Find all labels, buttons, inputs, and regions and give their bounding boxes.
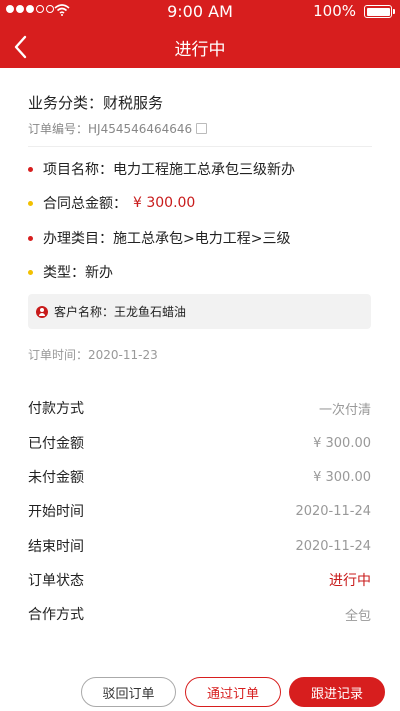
person-icon <box>36 305 48 318</box>
page-title: 进行中 <box>174 40 226 60</box>
order-time: 订单时间：2020-11-23 <box>28 348 158 362</box>
red-dot-icon <box>28 235 33 241</box>
follow-up-record-button[interactable]: 跟进记录 <box>289 677 385 707</box>
customer-box: 客户名称：王龙鱼石蜡油 <box>28 294 371 329</box>
handling-category-item: 办理类目：施工总承包>电力工程>三级 <box>28 228 290 248</box>
battery-percentage: 100% <box>313 2 356 20</box>
copy-icon[interactable] <box>196 123 208 134</box>
battery-icon <box>364 5 395 18</box>
red-dot-icon <box>28 166 33 172</box>
end-time-row: 结束时间 2020-11-24 <box>28 538 371 556</box>
yellow-dot-icon <box>28 269 33 275</box>
order-number: 订单编号：HJ454546464646 <box>28 122 193 136</box>
order-number-row: 订单编号：HJ454546464646 <box>28 120 208 137</box>
customer-name: 客户名称：王龙鱼石蜡油 <box>54 305 187 319</box>
payment-method-row: 付款方式 一次付清 <box>28 401 371 418</box>
yellow-dot-icon <box>28 200 33 206</box>
reject-order-button[interactable]: 驳回订单 <box>81 677 176 707</box>
cooperation-mode-row: 合作方式 全包 <box>28 607 371 624</box>
project-name-item: 项目名称：电力工程施工总承包三级新办 <box>28 159 295 179</box>
paid-amount-row: 已付金额 ¥ 300.00 <box>28 435 371 453</box>
approve-order-button[interactable]: 通过订单 <box>185 677 281 707</box>
contract-amount-value: ¥ 300.00 <box>133 195 196 211</box>
header-bar: 9:00 AM 100% 进行中 <box>0 0 400 68</box>
unpaid-amount-row: 未付金额 ¥ 300.00 <box>28 469 371 487</box>
status-badge: 进行中 <box>329 573 371 589</box>
status-bar: 9:00 AM 100% <box>0 0 400 24</box>
type-item: 类型：新办 <box>28 262 113 282</box>
contract-amount-item: 合同总金额： ¥ 300.00 <box>28 193 195 213</box>
business-category: 业务分类：财税服务 <box>28 94 164 112</box>
divider <box>28 146 372 147</box>
start-time-row: 开始时间 2020-11-24 <box>28 503 371 521</box>
order-status-row: 订单状态 进行中 <box>28 570 371 590</box>
